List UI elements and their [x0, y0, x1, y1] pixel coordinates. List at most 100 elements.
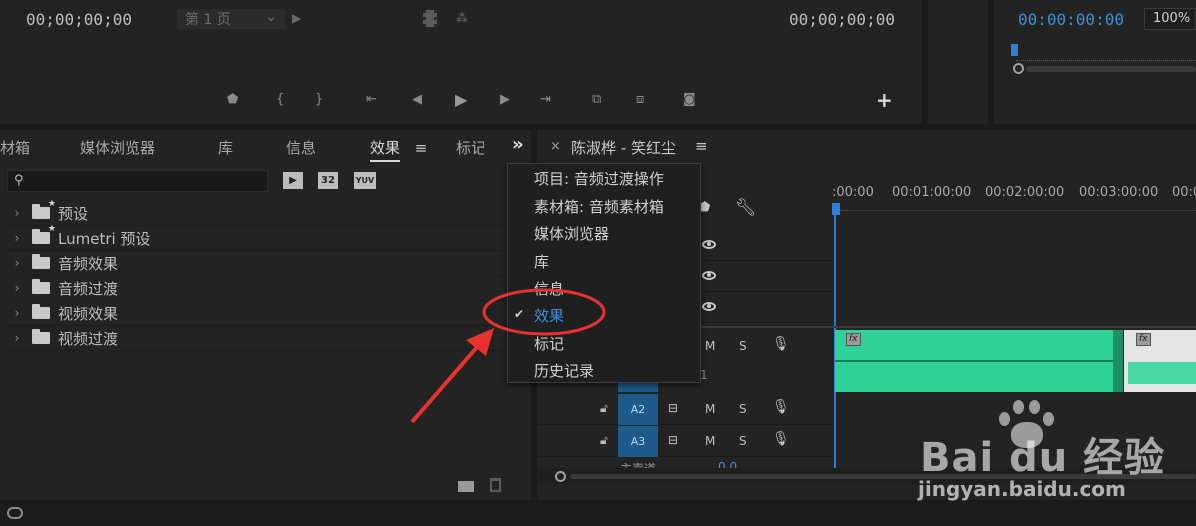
chevron-right-icon[interactable]: ›	[8, 206, 26, 220]
hamburger-icon[interactable]: ≡	[415, 139, 428, 157]
zoom-dropdown[interactable]: 100%	[1144, 8, 1196, 30]
preset-folder-icon: ★	[32, 199, 56, 219]
go-to-in-icon[interactable]: ⇤	[366, 92, 377, 107]
film-icon[interactable]	[423, 10, 437, 27]
playhead-handle[interactable]	[832, 203, 840, 215]
menu-item-library[interactable]: 库	[534, 251, 549, 272]
zoom-handle[interactable]	[1013, 63, 1024, 74]
eye-icon[interactable]	[702, 302, 716, 311]
search-icon: ⚲	[14, 173, 24, 188]
tab-library[interactable]: 库	[218, 137, 233, 158]
effects-search-input[interactable]: ⚲	[7, 170, 268, 192]
panel-overflow-menu: 项目: 音频过渡操作 素材箱: 音频素材箱 媒体浏览器 库 信息 ✔ 效果 标记…	[507, 163, 701, 383]
eye-icon[interactable]	[702, 240, 716, 249]
tree-item-video-effects[interactable]: › 视频效果	[8, 301, 518, 326]
tab-bins[interactable]: 材箱	[0, 137, 30, 158]
tab-effects[interactable]: 效果 ≡	[370, 137, 428, 162]
watermark-brand: Bai du 经验	[920, 435, 1166, 481]
mark-out-icon[interactable]: }	[315, 92, 323, 107]
step-back-icon[interactable]: ◀︎	[412, 92, 422, 107]
go-to-out-icon[interactable]: ⇥	[540, 92, 551, 107]
sync-lock-icon[interactable]: ⊟	[668, 401, 678, 415]
overwrite-icon[interactable]: ⧈	[636, 92, 644, 107]
time-ruler[interactable]	[840, 210, 1196, 218]
program-timecode[interactable]: 00:00:00:00	[1018, 10, 1124, 29]
fx-badge[interactable]: fx	[846, 333, 861, 346]
menu-item-media-browser[interactable]: 媒体浏览器	[534, 223, 609, 244]
tree-item-audio-transitions[interactable]: › 音频过渡	[8, 276, 518, 301]
chevron-right-icon[interactable]: ›	[8, 256, 26, 270]
track-target-a3[interactable]: A3	[618, 426, 658, 457]
wrench-icon[interactable]: 🔧︎	[735, 198, 757, 218]
play-small-icon[interactable]: ▶	[292, 11, 301, 25]
zoom-scrollbar[interactable]	[1026, 66, 1196, 72]
mark-in-icon[interactable]: {	[276, 92, 284, 107]
menu-item-info[interactable]: 信息	[534, 278, 564, 299]
track-target-a2[interactable]: A2	[618, 394, 658, 425]
mute-button[interactable]: M	[705, 402, 715, 416]
tree-item-audio-effects[interactable]: › 音频效果	[8, 251, 518, 276]
microphone-icon[interactable]: 🎙︎	[772, 431, 790, 447]
track-label-partial: 1	[700, 368, 708, 382]
source-monitor: 00;00;00;00 第 1 页 ⌄ ▶ ⁂ 00;00;00;00 ⬟ { …	[0, 0, 922, 124]
solo-button[interactable]: S	[739, 402, 747, 416]
camera-icon[interactable]: ◙	[683, 92, 696, 107]
mute-button[interactable]: M	[705, 434, 715, 448]
solo-button[interactable]: S	[739, 434, 747, 448]
microphone-icon[interactable]: 🎙︎	[772, 336, 790, 352]
creative-cloud-icon[interactable]	[7, 507, 23, 519]
ruler-label: :00:00	[832, 185, 874, 200]
zoom-value: 100%	[1153, 11, 1191, 26]
scroll-handle[interactable]	[555, 471, 566, 482]
close-icon[interactable]: ×	[550, 139, 561, 154]
accelerated-effects-icon[interactable]: ▶	[283, 172, 303, 189]
microphone-icon[interactable]: 🎙︎	[772, 399, 790, 415]
insert-icon[interactable]: ⧉	[592, 92, 601, 107]
yuv-icon[interactable]: YUV	[354, 172, 376, 189]
mini-ruler	[1016, 55, 1196, 61]
trash-icon[interactable]	[490, 478, 501, 492]
add-button-icon[interactable]: +	[876, 88, 893, 112]
chevron-right-icon[interactable]: ›	[8, 231, 26, 245]
tab-overflow-button[interactable]: »	[512, 134, 524, 155]
sequence-tab[interactable]: 陈淑桦 - 笑红尘	[571, 137, 676, 158]
a1-source-patch[interactable]	[618, 383, 658, 392]
tree-item-lumetri-presets[interactable]: › ★ Lumetri 预设	[8, 224, 518, 251]
menu-item-effects[interactable]: 效果	[534, 305, 564, 326]
program-monitor: 00:00:00:00 100%	[994, 0, 1196, 124]
menu-item-bin[interactable]: 素材箱: 音频素材箱	[534, 196, 664, 217]
chevron-right-icon[interactable]: ›	[8, 306, 26, 320]
tab-markers-label: 标记	[456, 139, 484, 157]
tab-media-browser[interactable]: 媒体浏览器	[80, 137, 155, 158]
solo-button[interactable]: S	[739, 339, 747, 353]
tree-item-video-transitions[interactable]: › 视频过渡	[8, 326, 518, 351]
menu-item-project[interactable]: 项目: 音频过渡操作	[534, 168, 664, 189]
lock-icon[interactable]: 🔓︎	[600, 401, 608, 416]
menu-item-markers[interactable]: 标记	[534, 333, 564, 354]
lock-icon[interactable]: 🔓︎	[600, 433, 608, 448]
page-dropdown[interactable]: 第 1 页 ⌄	[177, 9, 285, 29]
32bit-icon[interactable]: 32	[318, 172, 338, 189]
chevron-right-icon[interactable]: ›	[8, 331, 26, 345]
new-bin-icon[interactable]	[458, 481, 474, 492]
menu-item-history[interactable]: 历史记录	[534, 360, 594, 381]
status-bar	[0, 502, 1196, 526]
sync-lock-icon[interactable]: ⊟	[668, 433, 678, 447]
play-icon[interactable]: ▶	[455, 90, 467, 109]
tab-markers[interactable]: 标记	[456, 137, 484, 158]
chevron-right-icon[interactable]: ›	[8, 281, 26, 295]
hamburger-icon[interactable]: ≡	[695, 137, 708, 155]
source-timecode-right[interactable]: 00;00;00;00	[789, 10, 895, 29]
audio-waveform-icon[interactable]: ⁂	[456, 11, 468, 25]
add-marker-icon[interactable]: ⬟	[227, 92, 238, 107]
step-forward-icon[interactable]: ▶︎	[500, 92, 510, 107]
folder-icon	[32, 254, 50, 269]
tab-info[interactable]: 信息	[286, 137, 316, 158]
mute-button[interactable]: M	[705, 339, 715, 353]
source-timecode-left[interactable]: 00;00;00;00	[26, 10, 132, 29]
tree-item-presets[interactable]: › ★ 预设	[8, 199, 518, 226]
eye-icon[interactable]	[702, 271, 716, 280]
master-track-value[interactable]: 0.0	[718, 460, 737, 468]
tree-item-label: 视频效果	[58, 304, 119, 323]
fx-badge[interactable]: fx	[1136, 333, 1151, 346]
